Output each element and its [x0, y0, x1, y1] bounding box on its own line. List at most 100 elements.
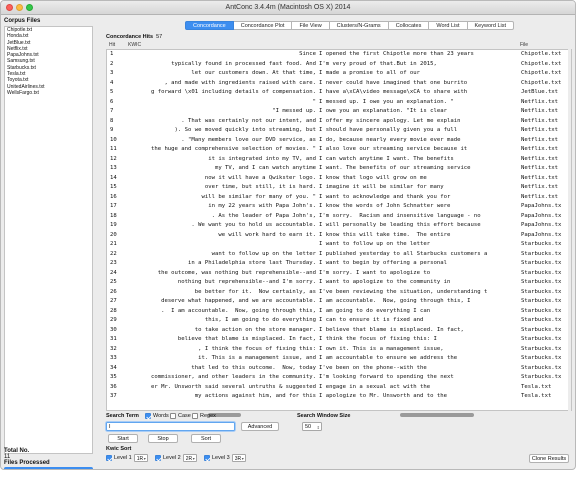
kwic-row[interactable]: 33 it. This is a management issue, and I a… — [107, 354, 571, 364]
kwic-row[interactable]: 26 be better for it. Now certainly, as I'v… — [107, 288, 571, 298]
search-term-input[interactable]: I — [106, 422, 235, 431]
stepper-arrows-icon[interactable]: ⇕ — [317, 423, 320, 432]
kwic-row[interactable]: 7 "I messed up. I owe you an explanation. … — [107, 107, 571, 117]
sort-button[interactable]: Sort — [191, 434, 221, 443]
clone-results-button[interactable]: Clone Results — [529, 454, 569, 463]
hit-number: 1 — [110, 51, 114, 57]
kwic-sort-level-3[interactable]: Level 3 3R ▾ — [204, 454, 246, 462]
stop-button[interactable]: Stop — [148, 434, 178, 443]
hits-label: Concordance Hits — [106, 34, 154, 40]
tab-word-list[interactable]: Word List — [429, 21, 468, 30]
kwic-row[interactable]: 30 to take action on the store manager. I … — [107, 326, 571, 336]
tab-file-view[interactable]: File View — [292, 21, 330, 30]
kwic-row[interactable]: 12 it is integrated into my TV, and I can … — [107, 155, 571, 165]
kwic-row[interactable]: 21 I want to follow up on the letter Starb… — [107, 240, 571, 250]
corpus-file-list[interactable]: Chipotle.txt Honda.txt JetBlue.txt Netflix.… — [4, 26, 93, 454]
source-file: Netflix.txt — [521, 155, 559, 162]
kwic-row[interactable]: 10 . "Many members love our DVD service, … — [107, 136, 571, 146]
words-check-box[interactable] — [145, 413, 151, 419]
kwic-row[interactable]: 17 in my 22 years with Papa John's. I know… — [107, 202, 571, 212]
level-1-select[interactable]: 1R ▾ — [133, 454, 148, 462]
source-file: Netflix.txt — [521, 136, 559, 143]
source-file: JetBlue.txt — [521, 89, 559, 95]
kwic-row[interactable]: 5 g forward \x01 including details of com… — [107, 88, 571, 98]
level-1-checkbox[interactable] — [106, 455, 112, 461]
source-file: Starbucks.tx — [521, 241, 562, 247]
level-3-checkbox[interactable] — [204, 455, 210, 461]
tab-concordance[interactable]: Concordance — [185, 21, 234, 30]
kwic-row[interactable]: 11 the huge and comprehensive selection o… — [107, 145, 571, 155]
keyword-right-context: I messed up. I owe you an explanation. " — [319, 98, 454, 105]
kwic-row[interactable]: 18 . As the leader of Papa John's, I'm sor… — [107, 212, 571, 222]
level-3-select[interactable]: 3R ▾ — [231, 454, 246, 462]
kwic-row[interactable]: 9). So we moved quickly into streaming, … — [107, 126, 571, 136]
chevron-down-icon: ▾ — [241, 456, 244, 461]
level-2-select[interactable]: 2R ▾ — [182, 454, 197, 462]
regex-checkbox[interactable]: Regex — [192, 413, 216, 419]
kwic-row[interactable]: 32 , I think the focus of fixing this: I o… — [107, 345, 571, 355]
kwic-row[interactable]: 15 over time, but still, it is hard. I ima… — [107, 183, 571, 193]
keyword-right-context: I know this will take time. The entire — [319, 231, 451, 238]
kwic-vertical-scrollbar[interactable] — [568, 49, 571, 411]
source-file: PapaJohns.tx — [521, 231, 562, 238]
keyword-right-context: I have a\xCA\video message\xCA to share … — [319, 89, 468, 95]
tab-concordance-plot[interactable]: Concordance Plot — [233, 21, 293, 30]
words-checkbox[interactable]: Words — [145, 413, 169, 419]
source-file: PapaJohns.tx — [521, 212, 562, 219]
kwic-row[interactable]: 13 my TV, and I can watch anytime I want. … — [107, 164, 571, 174]
kwic-row[interactable]: 2 typically found in processed fast food.… — [107, 60, 571, 70]
kwic-row[interactable]: 6 " I messed up. I owe you an explanation.… — [107, 98, 571, 108]
kwic-row[interactable]: 34 that led to this outcome. Now, today I'… — [107, 364, 571, 374]
left-context: ). So we moved quickly into streaming, b… — [174, 127, 316, 133]
regex-check-box[interactable] — [192, 413, 198, 419]
source-file: Tesla.txt — [521, 383, 552, 390]
left-context: . As the leader of Papa John's, — [211, 212, 316, 219]
advanced-button[interactable]: Advanced — [241, 422, 279, 431]
corpus-file-item[interactable]: WellsFargo.txt — [5, 90, 92, 96]
kwic-row[interactable]: 37 my actions against him, and for this I … — [107, 392, 571, 402]
hit-number: 11 — [110, 146, 117, 152]
kwic-row[interactable]: 27 deserve what happened, and we are acco… — [107, 297, 571, 307]
case-checkbox[interactable]: Case — [170, 413, 191, 419]
kwic-row[interactable]: 36 er Mr. Unsworth said several untruths … — [107, 383, 571, 393]
kwic-row[interactable]: 16 will be similar for many of you. " I wa… — [107, 193, 571, 203]
kwic-row[interactable]: 29 this, I am going to do everything I can… — [107, 316, 571, 326]
kwic-row[interactable]: 1 Since I opened the first Chipotle more t… — [107, 50, 571, 60]
kwic-row[interactable]: 22 want to follow up on the letter I publi… — [107, 250, 571, 260]
col-file-header: File — [520, 42, 529, 48]
hit-number: 30 — [110, 326, 117, 333]
search-window-size-stepper[interactable]: 50 ⇕ — [302, 422, 322, 431]
kwic-row[interactable]: 35 commissioner, and other leaders in the… — [107, 373, 571, 383]
source-file: Starbucks.tx — [521, 279, 562, 285]
hit-number: 19 — [110, 222, 117, 228]
kwic-row[interactable]: 25 nothing but reprehensible--and I'm sor… — [107, 278, 571, 288]
left-context: will be similar for many of you. " — [201, 193, 316, 200]
kwic-sort-level-1[interactable]: Level 1 1R ▾ — [106, 454, 148, 462]
left-context: commissioner, and other leaders in the c… — [150, 374, 316, 380]
source-file: Chipotle.txt — [521, 79, 562, 86]
kwic-row[interactable]: 28 . I am accountable. Now, going through… — [107, 307, 571, 317]
case-check-box[interactable] — [170, 413, 176, 419]
kwic-row[interactable]: 19 . We want you to hold us accountable. I… — [107, 221, 571, 231]
level-2-label: Level 2 — [163, 455, 181, 461]
tab-keyword-list[interactable]: Keyword List — [467, 21, 515, 30]
kwic-row[interactable]: 20 we will work hard to earn it. I know th… — [107, 231, 571, 241]
kwic-row[interactable]: 23 in a Philadelphia store last Thursday.… — [107, 259, 571, 269]
kwic-row[interactable]: 24 the outcome, was nothing but reprehens… — [107, 269, 571, 279]
app-window: AntConc 3.4.4m (Macintosh OS X) 2014 Cor… — [0, 0, 576, 470]
left-context: g forward \x01 including details of comp… — [150, 89, 316, 95]
kwic-row[interactable]: 8 . That was certainly not our intent, an… — [107, 117, 571, 127]
kwic-sort-level-2[interactable]: Level 2 2R ▾ — [155, 454, 197, 462]
tab-collocates[interactable]: Collocates — [388, 21, 430, 30]
level-2-checkbox[interactable] — [155, 455, 161, 461]
kwic-row[interactable]: 31 believe that blame is misplaced. In fa… — [107, 335, 571, 345]
hit-number: 29 — [110, 317, 117, 323]
tab-clusters-n-grams[interactable]: Clusters/N-Grams — [329, 21, 389, 30]
kwic-row[interactable]: 3 let our customers down. At that time, I … — [107, 69, 571, 79]
kwic-results-list[interactable]: 1 Since I opened the first Chipotle more t… — [106, 49, 572, 411]
start-button[interactable]: Start — [108, 434, 138, 443]
kwic-row[interactable]: 14 now it will have a Qwikster logo. I kno… — [107, 174, 571, 184]
hit-number: 8 — [110, 117, 114, 124]
kwic-row[interactable]: 4 , and made with ingredients raised with… — [107, 79, 571, 89]
keyword-right-context: I published yesterday to all Starbucks c… — [319, 250, 488, 257]
